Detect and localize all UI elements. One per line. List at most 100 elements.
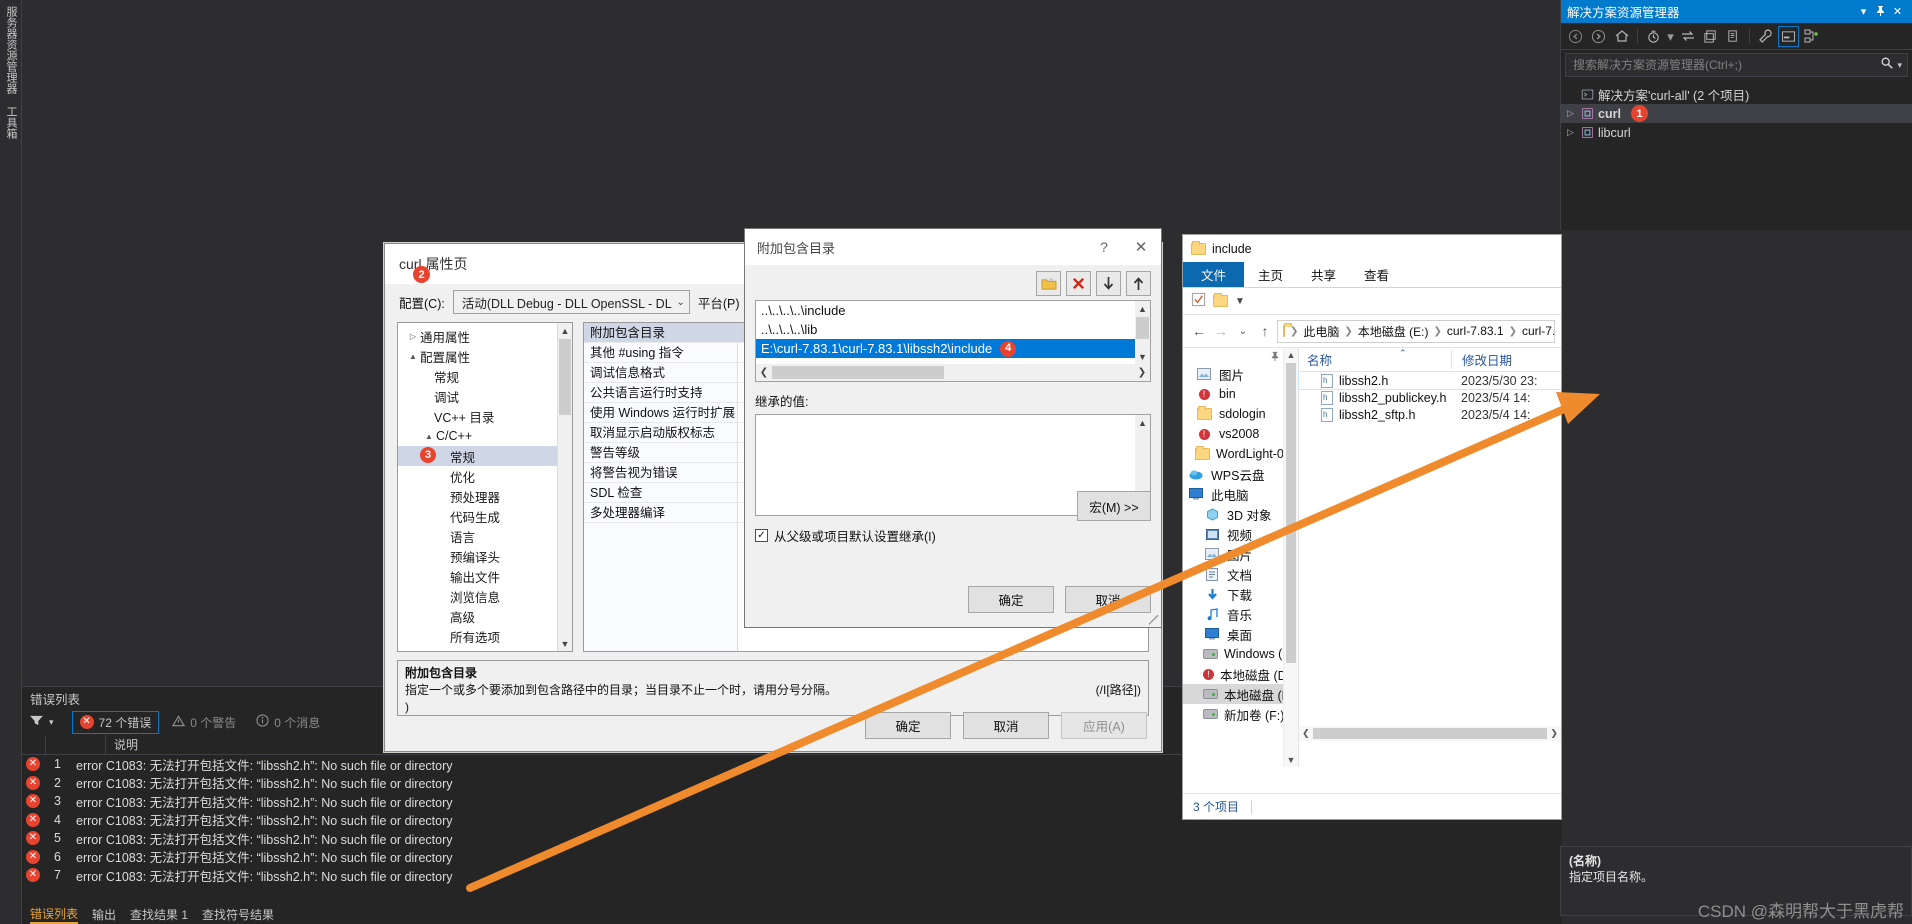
ok-button[interactable]: 确定	[968, 586, 1054, 613]
cat-preprocessor[interactable]: 预处理器	[398, 486, 572, 506]
recent-locations-icon[interactable]: ⌄	[1233, 326, 1253, 337]
cat-browse-information[interactable]: 浏览信息	[398, 586, 572, 606]
nav-item-pictures-2[interactable]: 图片	[1183, 544, 1283, 564]
expander-icon[interactable]: ▷	[1567, 127, 1581, 138]
scrollbar-thumb[interactable]	[772, 366, 944, 379]
breadcrumb-item-curl2[interactable]: curl-7.83.1	[1522, 324, 1554, 338]
cancel-button[interactable]: 取消	[1065, 586, 1151, 613]
rail-tab-server-explorer[interactable]: 服务器资源管理器	[0, 0, 22, 100]
scroll-up-icon[interactable]: ▲	[1284, 348, 1298, 362]
file-row-libssh2-sftp-h[interactable]: libssh2_sftp.h 2023/5/4 14:	[1299, 406, 1561, 423]
ok-button[interactable]: 确定	[865, 712, 951, 739]
chevron-down-icon[interactable]: ▾	[1855, 5, 1872, 18]
property-row-consume-winrt[interactable]: 使用 Windows 运行时扩展	[584, 403, 737, 423]
tab-share[interactable]: 共享	[1297, 262, 1350, 287]
nav-item-windows-c[interactable]: Windows (C:)	[1183, 644, 1283, 664]
include-list-hscrollbar[interactable]: ❮ ❯	[756, 364, 1150, 381]
scroll-up-icon[interactable]: ▲	[1135, 415, 1150, 430]
property-row-suppress-startup-banner[interactable]: 取消显示启动版权标志	[584, 423, 737, 443]
error-row[interactable]: ✕ 5 error C1083: 无法打开包括文件: “libssh2.h”: No…	[22, 829, 1562, 848]
tab-file[interactable]: 文件	[1183, 262, 1245, 287]
scrollbar-thumb[interactable]	[559, 339, 571, 415]
collapse-all-icon[interactable]	[1700, 26, 1721, 47]
cat-debugging[interactable]: 调试	[398, 386, 572, 406]
nav-item-drive-d[interactable]: ! 本地磁盘 (D:)	[1183, 664, 1283, 684]
cat-command-line[interactable]: 命令行	[398, 646, 572, 652]
nav-item-videos[interactable]: 视频	[1183, 524, 1283, 544]
nav-item-music[interactable]: 音乐	[1183, 604, 1283, 624]
cat-vc-directories[interactable]: VC++ 目录	[398, 406, 572, 426]
preview-selected-icon[interactable]	[1778, 25, 1799, 47]
chevron-down-icon[interactable]: ⌄	[672, 297, 684, 308]
property-row-clr-support[interactable]: 公共语言运行时支持	[584, 383, 737, 403]
file-row-libssh2-publickey-h[interactable]: libssh2_publickey.h 2023/5/4 14:	[1299, 389, 1561, 406]
property-category-tree[interactable]: ▷ 通用属性 ▲ 配置属性 常规 调试 VC++ 目录 ▲ C/C++ 3 常规 优化…	[397, 322, 573, 652]
scroll-left-icon[interactable]: ❮	[1299, 728, 1313, 739]
nav-item-drive-e[interactable]: 本地磁盘 (E:)	[1183, 684, 1283, 704]
nav-item-this-pc[interactable]: 此电脑	[1183, 484, 1283, 504]
tree-item-curl[interactable]: ▷ curl 1	[1561, 104, 1912, 123]
inherit-checkbox[interactable]: ✓	[755, 529, 768, 542]
close-icon[interactable]: ✕	[1889, 5, 1906, 18]
include-entry[interactable]: ..\..\..\..\include	[756, 301, 1150, 320]
cat-configuration-properties[interactable]: ▲ 配置属性	[398, 346, 572, 366]
chevron-down-icon[interactable]: ▾	[49, 717, 54, 728]
breadcrumb-item-this-pc[interactable]: 此电脑	[1303, 323, 1339, 340]
nav-item-bin[interactable]: ! bin	[1183, 384, 1283, 404]
scrollbar-thumb[interactable]	[1312, 728, 1548, 739]
configuration-combo[interactable]: 活动(DLL Debug - DLL OpenSSL - DLL ⌄	[452, 290, 690, 314]
cat-all-options[interactable]: 所有选项	[398, 626, 572, 646]
sync-icon[interactable]	[1677, 26, 1698, 47]
home-icon[interactable]	[1611, 26, 1632, 47]
move-down-icon[interactable]	[1096, 271, 1121, 296]
back-icon[interactable]	[1565, 26, 1586, 47]
nav-item-documents[interactable]: 文档	[1183, 564, 1283, 584]
property-row-additional-include-directories[interactable]: 附加包含目录	[584, 323, 737, 343]
tab-find-results-1[interactable]: 查找结果 1	[130, 906, 188, 923]
nav-item-downloads[interactable]: 下载	[1183, 584, 1283, 604]
show-all-files-icon[interactable]	[1723, 26, 1744, 47]
forward-icon[interactable]	[1588, 26, 1609, 47]
cat-output-files[interactable]: 输出文件	[398, 566, 572, 586]
scrollbar-thumb[interactable]	[1286, 363, 1296, 663]
tab-view[interactable]: 查看	[1350, 262, 1403, 287]
filter-errors[interactable]: ✕ 72 个错误	[71, 710, 160, 734]
properties-icon[interactable]	[1755, 26, 1776, 47]
cat-c-cpp[interactable]: ▲ C/C++	[398, 426, 572, 446]
pending-changes-icon[interactable]	[1643, 26, 1664, 47]
filter-messages[interactable]: 0 个消息	[249, 712, 327, 733]
nav-item-drive-f[interactable]: 新加卷 (F:)	[1183, 704, 1283, 724]
expander-icon[interactable]: ▷	[406, 332, 420, 341]
forward-icon[interactable]: →	[1211, 323, 1231, 339]
move-up-icon[interactable]	[1126, 271, 1151, 296]
properties-check-icon[interactable]	[1191, 292, 1206, 310]
rail-tab-toolbox[interactable]: 工具箱	[0, 100, 22, 145]
tree-item-solution[interactable]: 解决方案'curl-all' (2 个项目)	[1561, 85, 1912, 104]
cancel-button[interactable]: 取消	[963, 712, 1049, 739]
column-header-modified[interactable]: 修改日期	[1451, 350, 1561, 369]
nav-pane-scrollbar[interactable]: ▲ ▼	[1283, 348, 1298, 767]
new-folder-icon[interactable]	[1213, 293, 1228, 307]
include-entry-selected[interactable]: E:\curl-7.83.1\curl-7.83.1\libssh2\inclu…	[756, 339, 1150, 358]
include-directories-list[interactable]: ..\..\..\..\include ..\..\..\..\lib E:\c…	[755, 300, 1151, 382]
error-row[interactable]: ✕ 6 error C1083: 无法打开包括文件: “libssh2.h”: No…	[22, 848, 1562, 867]
nav-item-3d-objects[interactable]: 3D 对象	[1183, 504, 1283, 524]
cat-optimization[interactable]: 优化	[398, 466, 572, 486]
up-icon[interactable]: ↑	[1255, 323, 1275, 339]
apply-button[interactable]: 应用(A)	[1061, 712, 1147, 739]
nav-item-wps-cloud[interactable]: WPS云盘	[1183, 464, 1283, 484]
help-icon[interactable]: ?	[1087, 239, 1121, 255]
scroll-right-icon[interactable]: ❯	[1134, 367, 1150, 378]
close-icon[interactable]: ✕	[1121, 238, 1161, 256]
property-row-additional-using-directives[interactable]: 其他 #using 指令	[584, 343, 737, 363]
expander-icon[interactable]: ▲	[406, 352, 420, 361]
customize-dropdown-icon[interactable]: ▼	[1235, 296, 1245, 307]
scrollbar-thumb[interactable]	[1136, 317, 1149, 339]
tree-item-libcurl[interactable]: ▷ libcurl	[1561, 123, 1912, 142]
file-row-libssh2-h[interactable]: libssh2.h 2023/5/30 23:	[1298, 371, 1561, 390]
include-list-vscrollbar[interactable]: ▲ ▼	[1135, 301, 1150, 364]
property-row-debug-information-format[interactable]: 调试信息格式	[584, 363, 737, 383]
scroll-down-icon[interactable]: ▼	[558, 636, 572, 651]
column-header-name[interactable]: 名称	[1299, 350, 1451, 369]
scroll-up-icon[interactable]: ▲	[558, 323, 572, 338]
